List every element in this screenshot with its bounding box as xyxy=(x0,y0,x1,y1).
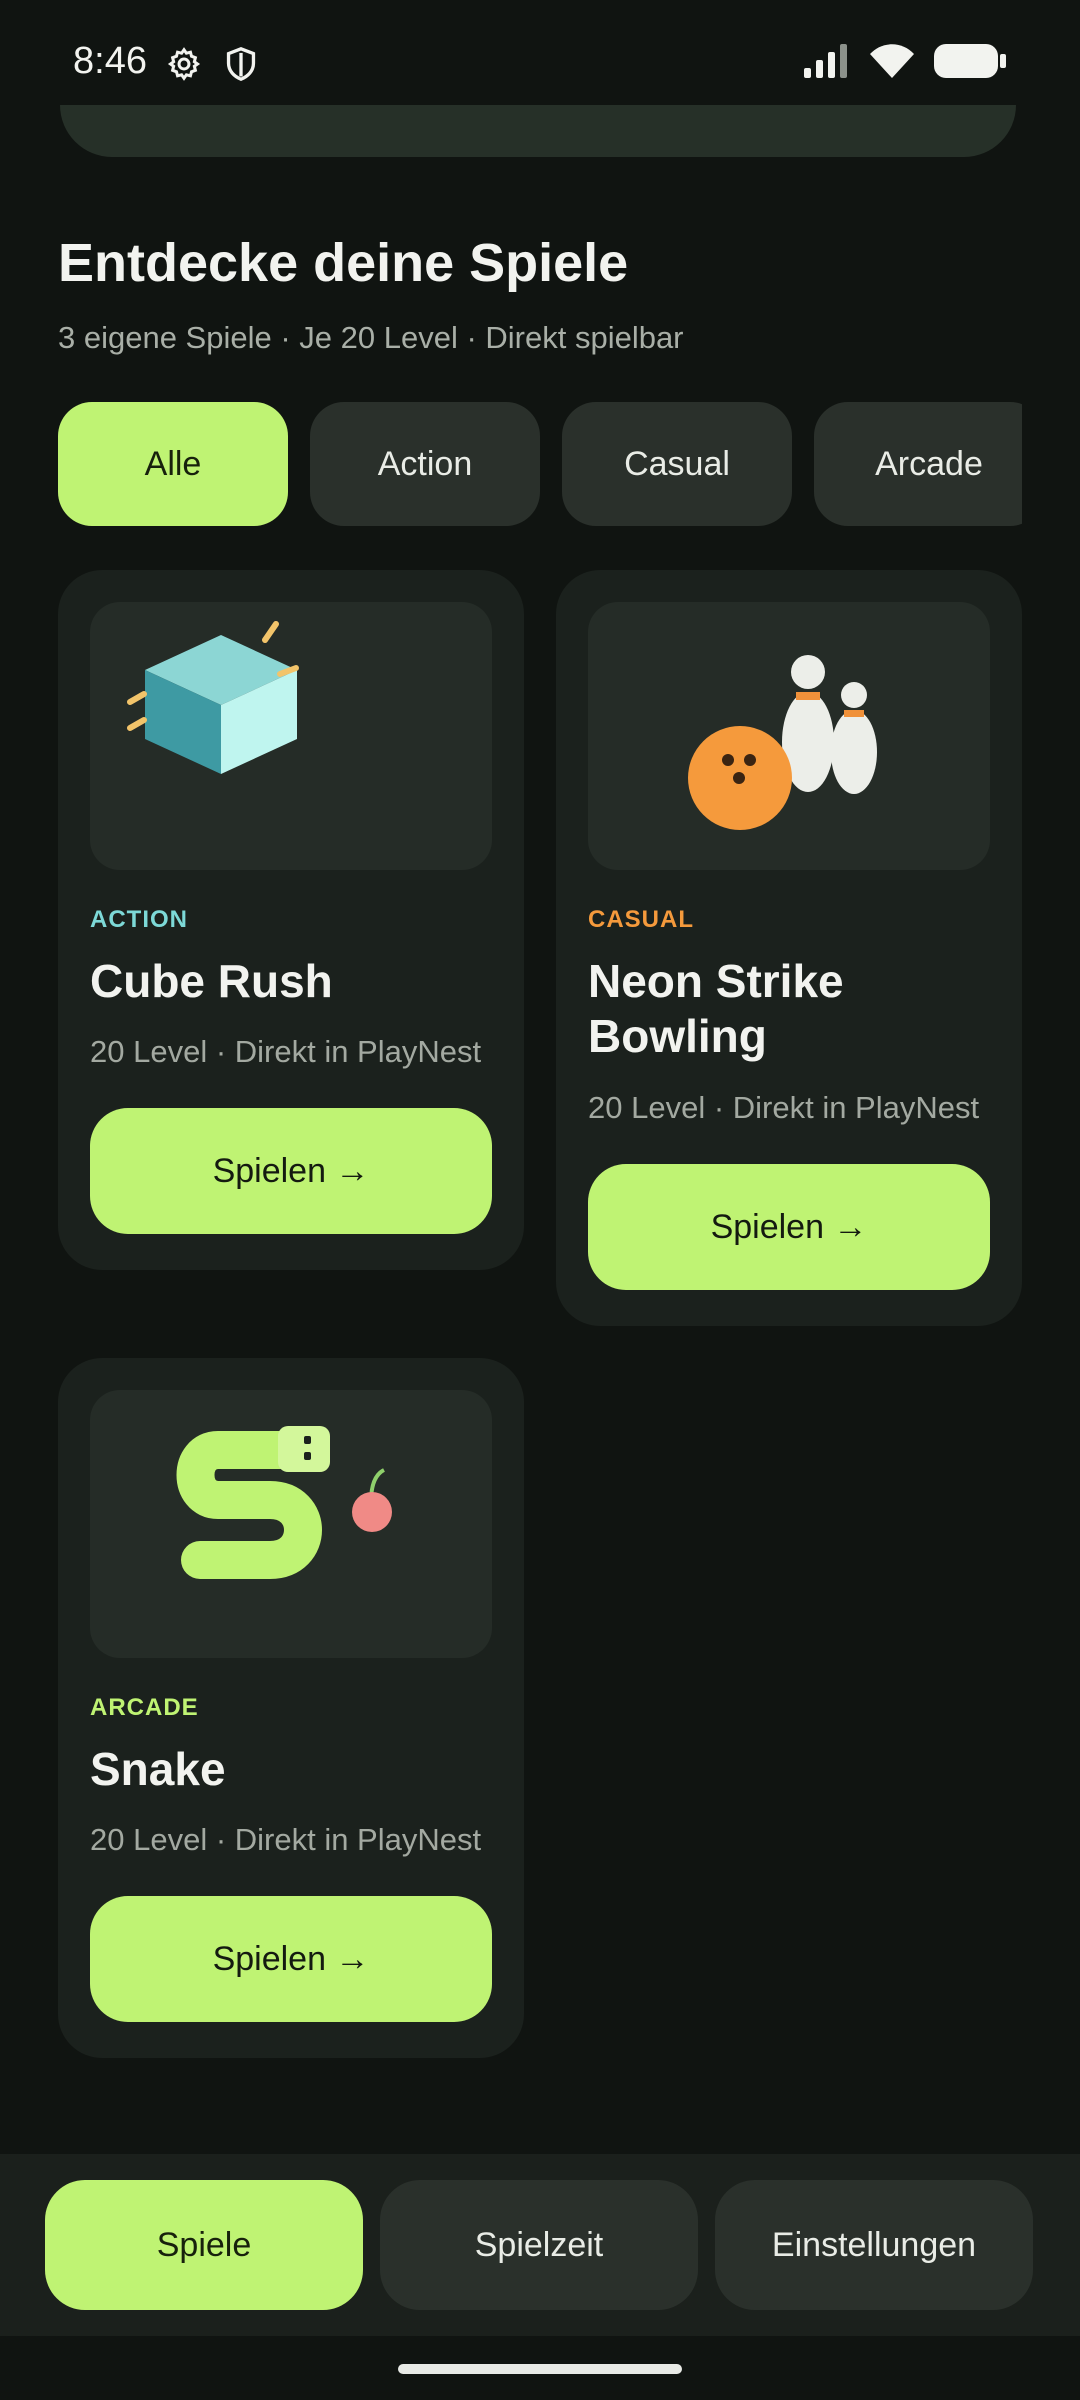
settings-gear-icon xyxy=(166,46,202,87)
nav-tab-spiele[interactable]: Spiele xyxy=(45,2180,363,2310)
game-card-cube-rush[interactable]: ACTION Cube Rush 20 Level · Direkt in Pl… xyxy=(58,570,524,1270)
nav-tab-einstellungen[interactable]: Einstellungen xyxy=(715,2180,1033,2310)
cube-icon xyxy=(127,621,299,774)
game-artwork xyxy=(90,602,492,870)
game-category: ARCADE xyxy=(90,1694,199,1721)
game-category: CASUAL xyxy=(588,906,694,933)
game-meta: 20 Level · Direkt in PlayNest xyxy=(90,1034,482,1069)
game-artwork xyxy=(588,602,990,870)
nav-tab-spielzeit[interactable]: Spielzeit xyxy=(380,2180,698,2310)
home-indicator[interactable] xyxy=(398,2364,682,2374)
bowling-icon xyxy=(688,655,877,830)
category-filter-row[interactable]: Alle Action Casual Arcade xyxy=(58,402,1022,526)
game-card-neon-strike-bowling[interactable]: CASUAL Neon Strike Bowling 20 Level · Di… xyxy=(556,570,1022,1326)
snake-icon xyxy=(176,1426,392,1579)
play-button[interactable]: Spielen → xyxy=(90,1896,492,2022)
game-title: Neon Strike Bowling xyxy=(588,955,844,1062)
signal-icon xyxy=(804,44,850,83)
bottom-navigation: Spiele Spielzeit Einstellungen xyxy=(0,2154,1080,2336)
page-subtitle: 3 eigene Spiele · Je 20 Level · Direkt s… xyxy=(58,320,684,355)
play-button[interactable]: Spielen → xyxy=(588,1164,990,1290)
filter-chip-action[interactable]: Action xyxy=(310,402,540,526)
game-category: ACTION xyxy=(90,906,188,933)
shield-icon xyxy=(224,46,258,87)
featured-banner-edge xyxy=(60,105,1016,157)
game-meta: 20 Level · Direkt in PlayNest xyxy=(90,1822,482,1857)
play-button[interactable]: Spielen → xyxy=(90,1108,492,1234)
filter-chip-casual[interactable]: Casual xyxy=(562,402,792,526)
battery-icon xyxy=(934,44,1006,83)
filter-chip-alle[interactable]: Alle xyxy=(58,402,288,526)
game-meta: 20 Level · Direkt in PlayNest xyxy=(588,1090,980,1125)
game-card-snake[interactable]: ARCADE Snake 20 Level · Direkt in PlayNe… xyxy=(58,1358,524,2058)
game-title: Snake xyxy=(90,1743,226,1795)
game-artwork xyxy=(90,1390,492,1658)
filter-chip-arcade[interactable]: Arcade xyxy=(814,402,1022,526)
game-title: Cube Rush xyxy=(90,955,333,1007)
wifi-icon xyxy=(870,44,914,83)
page-title: Entdecke deine Spiele xyxy=(58,233,629,293)
status-time: 8:46 xyxy=(73,40,147,82)
